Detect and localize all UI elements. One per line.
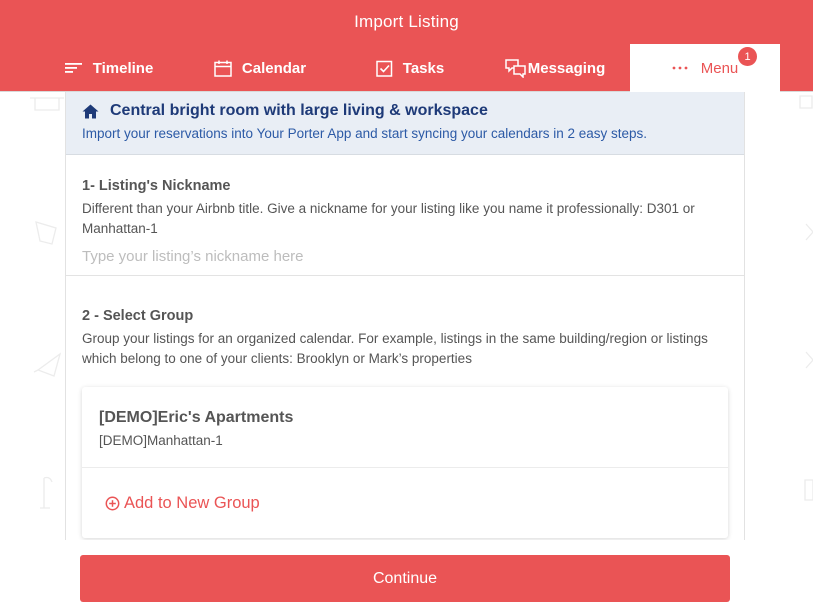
- tab-calendar-label: Calendar: [241, 59, 307, 77]
- tab-messaging[interactable]: Messaging: [504, 44, 606, 92]
- nickname-input[interactable]: [82, 248, 728, 265]
- app-header: Import Listing Timeline Calendar Tasks M…: [0, 0, 813, 92]
- nickname-title: 1- Listing's Nickname: [82, 178, 231, 194]
- tab-menu-label: Menu: [700, 59, 739, 77]
- group-name: [DEMO]Eric's Apartments: [99, 409, 294, 426]
- continue-button[interactable]: Continue: [80, 555, 730, 602]
- page-title: Import Listing: [354, 12, 459, 31]
- more-dots-icon: [672, 66, 688, 70]
- tab-messaging-label: Messaging: [527, 59, 606, 77]
- timeline-icon: [64, 63, 82, 73]
- main-nav: Timeline Calendar Tasks Messaging Menu 1: [0, 44, 813, 92]
- add-new-group-label: Add to New Group: [124, 493, 260, 512]
- group-section: 2 - Select Group Group your listings for…: [66, 276, 744, 538]
- nickname-description: Different than your Airbnb title. Give a…: [82, 201, 695, 236]
- tab-timeline-label: Timeline: [92, 59, 154, 77]
- group-description: Group your listings for an organized cal…: [82, 331, 708, 366]
- import-listing-card: Central bright room with large living & …: [65, 92, 745, 540]
- tab-tasks[interactable]: Tasks: [374, 44, 446, 92]
- nickname-section: 1- Listing's Nickname Different than you…: [66, 155, 744, 276]
- tab-calendar[interactable]: Calendar: [213, 44, 307, 92]
- group-list: [DEMO]Eric's Apartments [DEMO]Manhattan-…: [82, 387, 728, 538]
- tab-timeline[interactable]: Timeline: [64, 44, 154, 92]
- tasks-icon: [376, 60, 393, 77]
- group-title: 2 - Select Group: [82, 308, 194, 324]
- notification-badge: 1: [738, 47, 757, 66]
- listing-title: Central bright room with large living & …: [110, 102, 488, 119]
- tab-tasks-label: Tasks: [402, 59, 445, 77]
- listing-title-row: Central bright room with large living & …: [82, 102, 728, 120]
- tab-menu[interactable]: Menu 1: [630, 44, 780, 92]
- listing-banner: Central bright room with large living & …: [66, 92, 744, 155]
- home-icon: [82, 104, 99, 118]
- group-option[interactable]: [DEMO]Eric's Apartments [DEMO]Manhattan-…: [82, 387, 728, 468]
- listing-subtitle: Import your reservations into Your Porte…: [82, 126, 648, 141]
- calendar-icon: [214, 60, 232, 77]
- plus-circle-icon: [105, 496, 120, 510]
- add-new-group-button[interactable]: Add to New Group: [82, 468, 728, 538]
- group-listings: [DEMO]Manhattan-1: [99, 433, 223, 448]
- messaging-icon: [504, 58, 526, 78]
